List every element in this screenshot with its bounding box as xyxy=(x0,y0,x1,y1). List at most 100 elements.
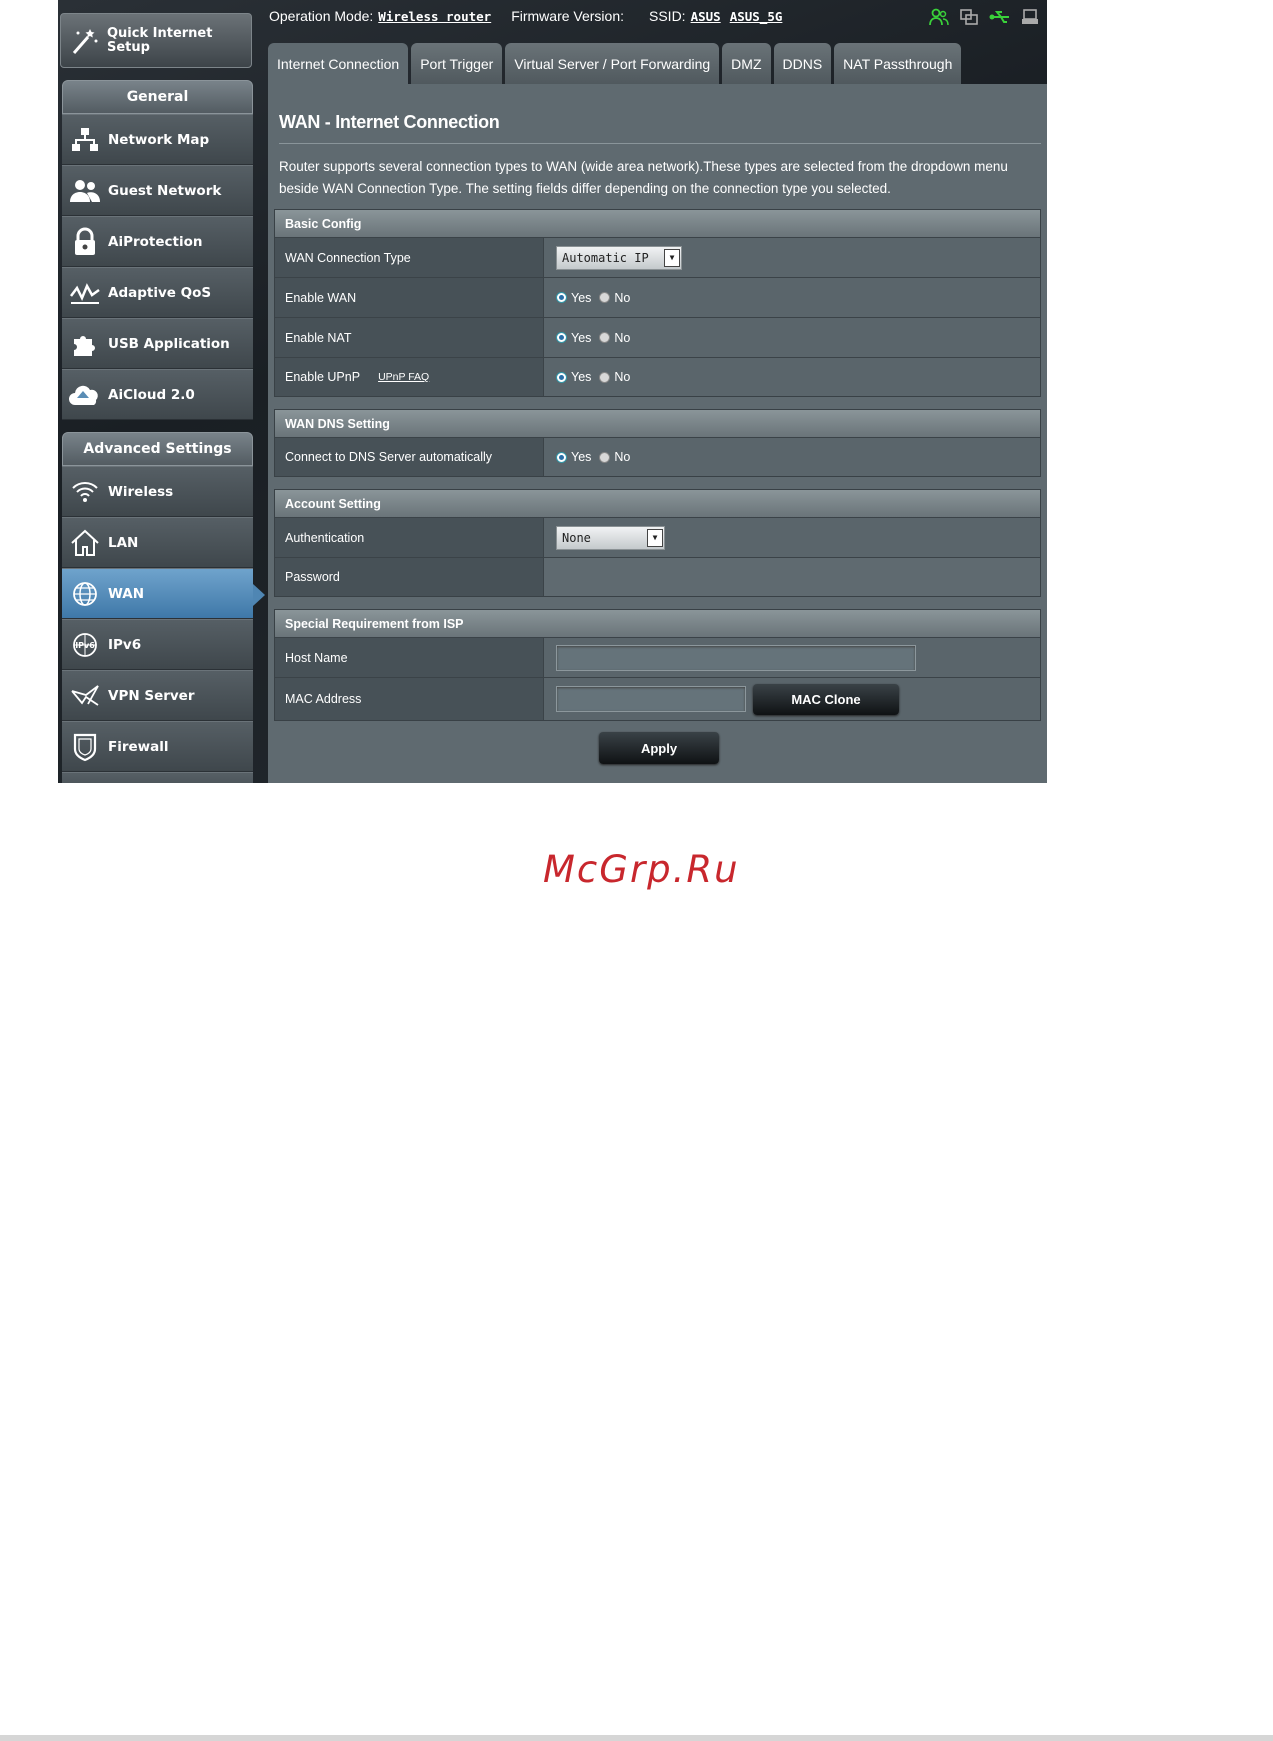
quick-internet-setup-label: Quick Internet Setup xyxy=(107,25,213,55)
radio-label: Yes xyxy=(571,370,592,384)
printer-icon[interactable] xyxy=(1021,8,1039,29)
sidebar-item-next-partial[interactable] xyxy=(62,772,253,783)
sidebar-item-label: Network Map xyxy=(108,131,210,148)
radio-unchecked-icon xyxy=(599,332,611,343)
tab-ddns[interactable]: DDNS xyxy=(773,43,832,84)
lock-icon xyxy=(62,227,108,257)
radio-checked-icon xyxy=(556,332,567,343)
upnp-faq-link[interactable]: UPnP FAQ xyxy=(378,371,429,383)
status-bar: Operation Mode: Wireless router Firmware… xyxy=(268,0,1047,32)
basic-config-group: Basic Config WAN Connection Type Automat… xyxy=(274,209,1041,397)
sidebar-item-wireless[interactable]: Wireless xyxy=(62,466,253,517)
enable-upnp-row: Enable UPnP UPnP FAQ Yes No xyxy=(275,357,1040,396)
dns-auto-row: Connect to DNS Server automatically Yes … xyxy=(275,437,1040,476)
magic-wand-icon xyxy=(61,25,107,57)
wan-dns-group: WAN DNS Setting Connect to DNS Server au… xyxy=(274,409,1041,477)
svg-text:IPv6: IPv6 xyxy=(75,641,95,650)
advanced-settings-header: Advanced Settings xyxy=(62,432,253,466)
account-setting-group: Account Setting Authentication None ▼ Pa… xyxy=(274,489,1041,597)
enable-wan-label: Enable WAN xyxy=(275,278,543,317)
firmware-label: Firmware Version: xyxy=(511,8,624,24)
ssid-24ghz-link[interactable]: ASUS xyxy=(691,9,721,24)
authentication-row: Authentication None ▼ xyxy=(275,517,1040,557)
sidebar-item-label: Adaptive QoS xyxy=(108,284,212,301)
operation-mode-link[interactable]: Wireless router xyxy=(378,9,491,24)
radio-checked-icon xyxy=(556,292,567,303)
host-name-input[interactable] xyxy=(556,644,916,671)
sidebar-item-ipv6[interactable]: IPv6 IPv6 xyxy=(62,619,253,670)
sidebar-item-lan[interactable]: LAN xyxy=(62,517,253,568)
users-icon[interactable] xyxy=(929,8,949,29)
qos-icon xyxy=(62,280,108,306)
copy-icon[interactable] xyxy=(959,8,979,29)
enable-wan-yes-radio[interactable]: Yes xyxy=(556,291,591,305)
mac-address-input[interactable] xyxy=(556,686,746,712)
mac-clone-button[interactable]: MAC Clone xyxy=(753,683,899,715)
radio-label: No xyxy=(614,290,631,305)
quick-internet-setup-button[interactable]: Quick Internet Setup xyxy=(60,13,252,68)
mac-address-row: MAC Address MAC Clone xyxy=(275,677,1040,720)
enable-upnp-label: Enable UPnP xyxy=(285,370,361,384)
enable-upnp-yes-radio[interactable]: Yes xyxy=(556,370,591,384)
sidebar-item-label: Wireless xyxy=(108,483,174,500)
wan-connection-type-select[interactable]: Automatic IP ▼ xyxy=(556,245,682,270)
sidebar-item-aiprotection[interactable]: AiProtection xyxy=(62,216,253,267)
mac-address-label: MAC Address xyxy=(275,678,543,720)
sidebar-item-label: Guest Network xyxy=(108,182,222,199)
sidebar-item-guest-network[interactable]: Guest Network xyxy=(62,165,253,216)
tab-internet-connection[interactable]: Internet Connection xyxy=(268,43,409,84)
radio-checked-icon xyxy=(556,451,567,463)
sidebar-item-adaptive-qos[interactable]: Adaptive QoS xyxy=(62,267,253,318)
sidebar-item-vpn-server[interactable]: VPN Server xyxy=(62,670,253,721)
sidebar-item-label: USB Application xyxy=(108,335,230,352)
puzzle-icon xyxy=(62,330,108,358)
authentication-select[interactable]: None ▼ xyxy=(556,525,665,550)
enable-wan-no-radio[interactable]: No xyxy=(599,291,630,305)
ssid-label: SSID: xyxy=(649,8,686,24)
sidebar-item-usb-application[interactable]: USB Application xyxy=(62,318,253,369)
cloud-icon xyxy=(62,381,108,409)
title-divider xyxy=(279,143,1041,144)
page-bottom-edge xyxy=(0,1735,1273,1741)
radio-label: No xyxy=(614,370,631,384)
status-icons xyxy=(929,8,1039,29)
chevron-down-icon: ▼ xyxy=(647,528,663,547)
general-menu: Network Map Guest Network AiProtection A… xyxy=(62,114,253,420)
operation-mode-label: Operation Mode: xyxy=(269,8,374,24)
enable-wan-row: Enable WAN Yes No xyxy=(275,277,1040,317)
home-icon xyxy=(62,529,108,557)
tab-virtual-server[interactable]: Virtual Server / Port Forwarding xyxy=(505,43,720,84)
password-label: Password xyxy=(275,558,543,596)
page-description: Router supports several connection types… xyxy=(279,159,1008,196)
radio-label: No xyxy=(614,330,631,345)
enable-upnp-no-radio[interactable]: No xyxy=(599,370,630,384)
isp-requirement-group: Special Requirement from ISP Host Name M… xyxy=(274,609,1041,721)
enable-nat-no-radio[interactable]: No xyxy=(599,331,630,345)
tab-dmz[interactable]: DMZ xyxy=(722,43,771,84)
sidebar-item-network-map[interactable]: Network Map xyxy=(62,114,253,165)
isp-requirement-header: Special Requirement from ISP xyxy=(275,610,1040,637)
radio-label: Yes xyxy=(571,330,592,345)
password-row: Password xyxy=(275,557,1040,596)
page-title: WAN - Internet Connection xyxy=(279,112,500,132)
radio-unchecked-icon xyxy=(599,292,611,303)
radio-label: No xyxy=(614,450,631,464)
ssid-5ghz-link[interactable]: ASUS_5G xyxy=(730,9,783,24)
usb-icon[interactable] xyxy=(989,8,1011,29)
sidebar-item-firewall[interactable]: Firewall xyxy=(62,721,253,772)
sidebar-item-label: AiCloud 2.0 xyxy=(108,386,195,403)
general-header: General xyxy=(62,80,253,114)
main-panel: WAN - Internet Connection Router support… xyxy=(268,84,1047,783)
sidebar-item-wan[interactable]: WAN xyxy=(62,568,265,619)
enable-nat-yes-radio[interactable]: Yes xyxy=(556,331,591,345)
apply-button[interactable]: Apply xyxy=(599,732,719,764)
tab-port-trigger[interactable]: Port Trigger xyxy=(411,43,503,84)
dns-auto-no-radio[interactable]: No xyxy=(599,450,630,464)
enable-nat-row: Enable NAT Yes No xyxy=(275,317,1040,357)
tab-nat-passthrough[interactable]: NAT Passthrough xyxy=(834,43,962,84)
router-admin-window: Quick Internet Setup General Network Map… xyxy=(58,0,1047,783)
sidebar-item-aicloud[interactable]: AiCloud 2.0 xyxy=(62,369,253,420)
authentication-value: None xyxy=(562,530,591,545)
wan-connection-type-row: WAN Connection Type Automatic IP ▼ xyxy=(275,237,1040,277)
dns-auto-yes-radio[interactable]: Yes xyxy=(556,450,591,464)
